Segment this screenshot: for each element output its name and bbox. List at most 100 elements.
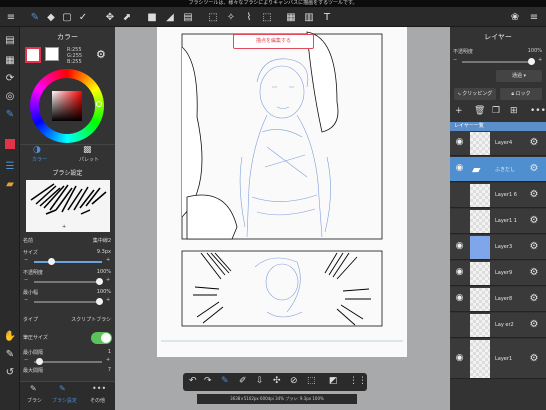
layer-gear-icon[interactable]: ⚙	[528, 319, 540, 331]
other-tab-icon[interactable]: •••	[92, 384, 106, 393]
menu-icon[interactable]: ≡	[4, 10, 18, 24]
eye-icon[interactable]: ◉	[453, 293, 466, 306]
layers-stack-icon[interactable]: ▰	[3, 177, 17, 191]
transform-icon[interactable]: ⬈	[120, 10, 134, 24]
minwidth-slider-knob[interactable]	[96, 298, 103, 305]
eye-icon[interactable]: ◉	[453, 267, 466, 280]
text-icon[interactable]: T	[320, 10, 334, 24]
pen-icon[interactable]: ✎	[3, 347, 17, 361]
tab-brush-settings[interactable]: ブラシ設定	[52, 397, 77, 404]
bucket-icon[interactable]: ◢	[163, 10, 177, 24]
layer-opacity-minus-icon[interactable]: −	[453, 57, 457, 63]
gradient-icon[interactable]: ▤	[181, 10, 195, 24]
layer-gear-icon[interactable]: ⚙	[528, 137, 540, 149]
eye-icon[interactable]: ◉	[453, 353, 466, 366]
opacity-slider[interactable]	[34, 278, 103, 285]
list-icon[interactable]: ☰	[3, 159, 17, 173]
select-icon[interactable]: ⬚	[206, 10, 220, 24]
min-interval-knob[interactable]	[36, 358, 43, 365]
minwidth-slider[interactable]	[34, 298, 103, 305]
layer-item-layer2[interactable]: Lay er2 ⚙	[450, 313, 546, 338]
opacity-plus-icon[interactable]: +	[106, 277, 110, 283]
layer-item-layer9[interactable]: ◉ Layer9 ⚙	[450, 261, 546, 286]
color-tab-icon[interactable]: ◑	[33, 145, 41, 155]
rotate-icon[interactable]: ⟳	[3, 71, 17, 85]
layer-more-icon[interactable]: •••	[530, 106, 546, 116]
saturation-value-square[interactable]	[52, 91, 82, 121]
material-icon[interactable]: ❀	[508, 10, 522, 24]
eyedropper-icon[interactable]: ⌇	[242, 10, 256, 24]
eye-icon[interactable]: ◉	[453, 163, 466, 176]
layer-gear-icon[interactable]: ⚙	[528, 353, 540, 365]
navigator-icon[interactable]: ◎	[3, 89, 17, 103]
brush-type-value[interactable]: スクリプトブラシ	[71, 316, 111, 323]
grip-icon[interactable]: ⋮⋮	[349, 376, 367, 386]
eye-icon[interactable]: ◉	[453, 241, 466, 254]
brush-name-value[interactable]: 集中線2	[93, 237, 111, 244]
more-icon[interactable]: ≡	[527, 10, 541, 24]
redo-icon[interactable]: ↷	[204, 376, 212, 386]
minwidth-minus-icon[interactable]: −	[24, 297, 28, 303]
layer-item-layer16[interactable]: Layer1 6 ⚙	[450, 183, 546, 208]
opacity-minus-icon[interactable]: −	[24, 277, 28, 283]
lasso-icon[interactable]: ✓	[76, 10, 90, 24]
add-layer-icon[interactable]: +	[455, 106, 463, 116]
delete-layer-icon[interactable]: 🗑︎	[474, 106, 485, 116]
layer-item-layer3[interactable]: ◉ Layer3 ⚙	[450, 235, 546, 260]
color-swatch-icon[interactable]	[5, 139, 15, 149]
layer-item-layer1[interactable]: ◉ Layer1 ⚙	[450, 339, 546, 379]
ruler-icon[interactable]: ⬚	[307, 376, 316, 386]
layer-gear-icon[interactable]: ⚙	[528, 267, 540, 279]
layer-opacity-knob[interactable]	[528, 58, 535, 65]
min-interval-slider[interactable]	[34, 358, 102, 365]
layer-opacity-plus-icon[interactable]: +	[538, 57, 542, 63]
minwidth-plus-icon[interactable]: +	[106, 297, 110, 303]
canvas-area[interactable]: 描点を編集する ↶ ↷ ✎ ✐ ⇩ ✣ ⊘ ⬚ ◩ ⋮⋮ 3638×5102px…	[115, 27, 450, 410]
interval-plus-icon[interactable]: +	[106, 357, 110, 363]
size-minus-icon[interactable]: −	[24, 257, 28, 263]
undo-small-icon[interactable]: ↺	[3, 365, 17, 379]
stabilizer-icon[interactable]: ✎	[221, 376, 229, 386]
pen-eraser-icon[interactable]: ✐	[239, 376, 247, 386]
color-wheel[interactable]	[30, 69, 104, 143]
size-plus-icon[interactable]: +	[106, 257, 110, 263]
layer-gear-icon[interactable]: ⚙	[528, 189, 540, 201]
lock-button[interactable]: 🔒︎ ロック	[500, 88, 542, 100]
undo-icon[interactable]: ↶	[189, 376, 197, 386]
layer-gear-icon[interactable]: ⚙	[528, 215, 540, 227]
palette-tab-icon[interactable]: ▩	[83, 145, 92, 155]
tab-palette[interactable]: パレット	[79, 156, 99, 163]
clipping-button[interactable]: ⤷ クリッピング	[454, 88, 496, 100]
symmetry-icon[interactable]: ✣	[273, 376, 281, 386]
brush-settings-tab-icon[interactable]: ✎	[59, 384, 66, 393]
select-pen-icon[interactable]: ⬚	[260, 10, 274, 24]
brush-size-icon[interactable]: ⇩	[256, 376, 264, 386]
tab-color[interactable]: カラー	[32, 156, 47, 163]
move-icon[interactable]: ✥	[103, 10, 117, 24]
layer-item-folder[interactable]: ◉ ▰ ふきだし ⚙	[450, 157, 546, 182]
eraser-icon[interactable]: ◆	[44, 10, 58, 24]
fullscreen-icon[interactable]: ◩	[329, 376, 338, 386]
color-settings-gear-icon[interactable]: ⚙	[96, 48, 106, 61]
layer-item-layer8[interactable]: ◉ Layer8 ⚙	[450, 287, 546, 312]
grid-icon[interactable]: ▦	[3, 53, 17, 67]
snap-icon[interactable]: ✎	[3, 107, 17, 121]
layer-gear-icon[interactable]: ⚙	[528, 163, 540, 175]
blend-mode-select[interactable]: 通過 ▾	[496, 70, 542, 82]
hand-icon[interactable]: ✋	[3, 329, 17, 343]
tab-brush[interactable]: ブラシ	[27, 397, 42, 404]
canvas-page[interactable]	[157, 27, 407, 357]
layer-gear-icon[interactable]: ⚙	[528, 241, 540, 253]
divide-icon[interactable]: ▥	[302, 10, 316, 24]
opacity-slider-knob[interactable]	[96, 278, 103, 285]
brush-tool-icon[interactable]: ✎	[28, 10, 42, 24]
tab-other[interactable]: その他	[90, 397, 105, 404]
wand-icon[interactable]: ✧	[224, 10, 238, 24]
edit-vertex-button[interactable]: 描点を編集する	[233, 34, 314, 49]
eye-icon[interactable]: ◉	[453, 137, 466, 150]
size-slider[interactable]	[34, 258, 102, 265]
merge-layer-icon[interactable]: ⊞	[510, 106, 518, 116]
pages-icon[interactable]: ▤	[3, 33, 17, 47]
duplicate-layer-icon[interactable]: ❐	[492, 106, 500, 116]
frame-icon[interactable]: ▦	[284, 10, 298, 24]
